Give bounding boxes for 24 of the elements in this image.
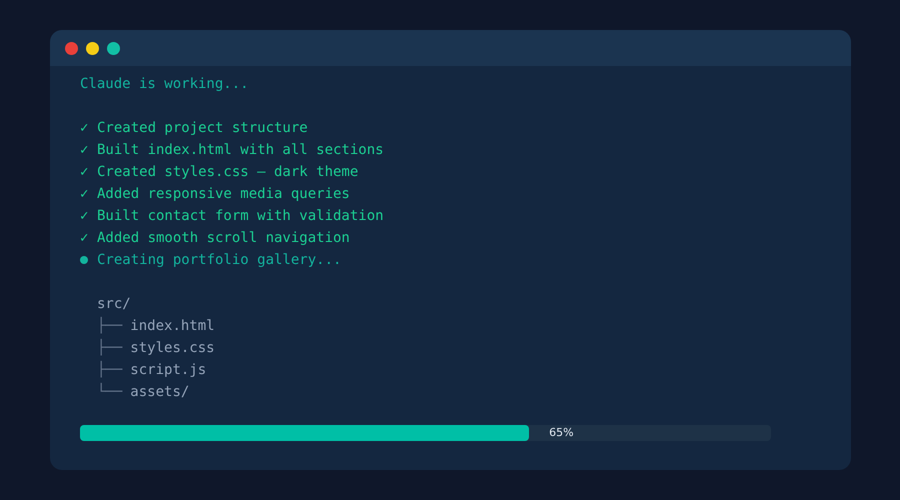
task-text: Created styles.css — dark theme <box>97 163 358 182</box>
tree-branch: ├── <box>97 360 122 380</box>
task-text: Added responsive media queries <box>97 185 350 204</box>
file-name: index.html <box>130 317 215 336</box>
task-text: Created project structure <box>97 119 308 138</box>
file-name: script.js <box>130 361 206 380</box>
check-mark: ✓ <box>80 119 90 138</box>
check-mark: ✓ <box>80 163 90 182</box>
task-text: Built index.html with all sections <box>97 141 384 160</box>
progress-percent: 65% <box>549 425 574 441</box>
task-text: Built contact form with validation <box>97 207 384 226</box>
tree-branch: └── <box>97 382 122 402</box>
folder-name: src/ <box>96 295 131 314</box>
check-mark: ✓ <box>80 185 90 204</box>
task-text: Added smooth scroll navigation <box>97 229 350 248</box>
check-mark: ✓ <box>80 141 90 160</box>
file-name: styles.css <box>130 339 215 358</box>
tree-branch: ├── <box>97 338 122 358</box>
task-text: Creating portfolio gallery... <box>97 251 342 270</box>
check-mark: ✓ <box>80 207 90 226</box>
check-mark: ✓ <box>80 229 90 248</box>
status-heading: Claude is working... <box>80 75 249 94</box>
file-name: assets/ <box>130 383 190 402</box>
tree-branch: ├── <box>97 316 122 336</box>
